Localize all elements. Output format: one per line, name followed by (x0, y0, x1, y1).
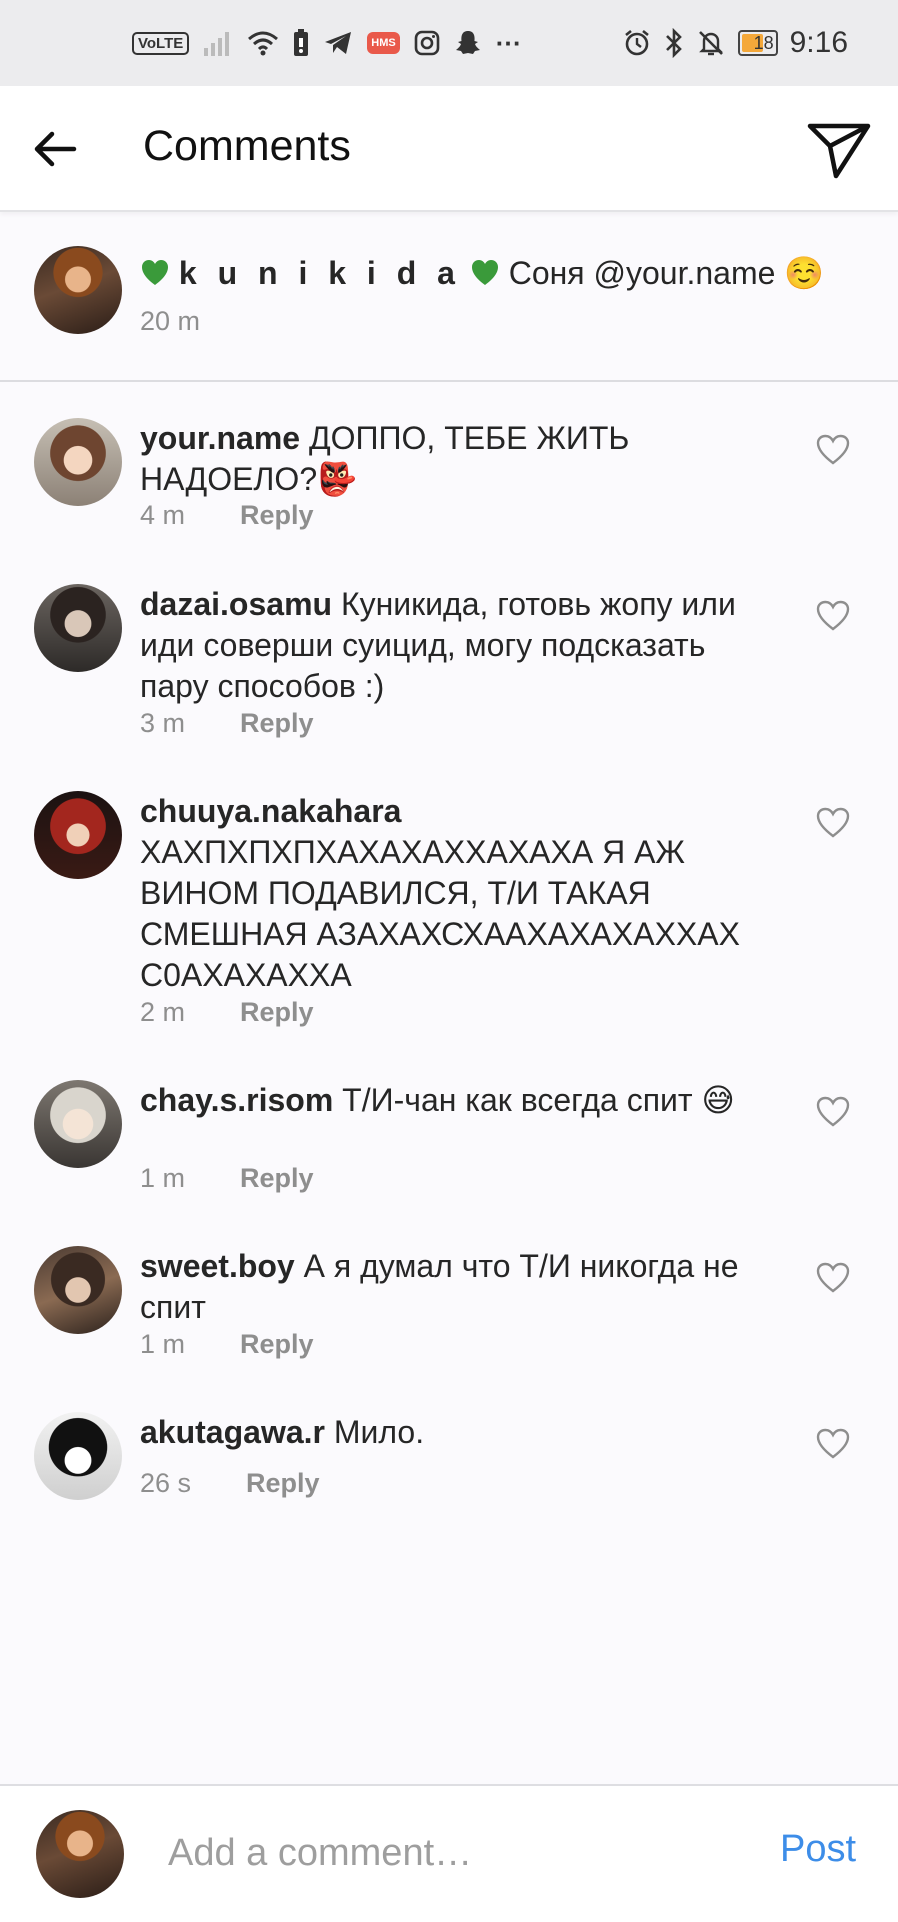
bluetooth-icon (665, 28, 682, 58)
wifi-icon (248, 31, 279, 56)
comment-text: dazai.osamu Куникида, готовь жопу или ид… (140, 584, 780, 707)
comment-text: your.name ДОППО, ТЕБЕ ЖИТЬ НАДОЕЛО?👺 (140, 418, 780, 500)
comment-text: chuuya.nakahara ХАХПХПХПХАХАХАХХАХАХА Я А… (140, 791, 780, 996)
comment-meta: 3 m Reply (140, 708, 314, 739)
comment-username[interactable]: sweet.boy (140, 1248, 295, 1284)
mute-bell-icon (698, 31, 723, 56)
sim-battery-icon (294, 29, 309, 56)
post-caption (0, 210, 898, 382)
comment-username[interactable]: akutagawa.r (140, 1414, 325, 1450)
caption-username[interactable]: k u n i k i d a (179, 255, 461, 291)
caption-text: k u n i k i d a Соня @your.name ☺️ (140, 254, 824, 292)
hms-icon: HMS (367, 32, 400, 54)
caption-timestamp: 20 m (140, 306, 201, 336)
telegram-icon (325, 32, 352, 54)
paper-plane-icon[interactable] (806, 118, 872, 180)
battery-level: 18 (753, 32, 774, 53)
green-heart-icon (471, 260, 498, 285)
comment-meta: 2 m Reply (140, 997, 314, 1028)
avatar[interactable] (34, 418, 122, 506)
comment-timestamp: 2 m (140, 997, 186, 1027)
comment-username[interactable]: chuuya.nakahara (140, 793, 401, 829)
like-heart-icon[interactable] (815, 432, 851, 468)
comment-meta: 1 m Reply (140, 1329, 314, 1360)
reply-button[interactable]: Reply (240, 708, 314, 739)
signal-icon (204, 32, 230, 56)
arrow-left-icon[interactable] (30, 124, 80, 174)
reply-button[interactable]: Reply (240, 1329, 314, 1360)
comment-body: Мило. (333, 1414, 425, 1450)
comment-timestamp: 3 m (140, 708, 186, 738)
like-heart-icon[interactable] (815, 598, 851, 634)
avatar[interactable] (34, 1080, 122, 1168)
avatar[interactable] (34, 584, 122, 672)
clock: 9:16 (789, 26, 848, 59)
avatar[interactable] (34, 246, 122, 334)
like-heart-icon[interactable] (815, 1094, 851, 1130)
comment-input[interactable] (166, 1822, 760, 1884)
avatar (36, 1810, 124, 1898)
page-title: Comments (143, 122, 351, 170)
caption-body: Соня @your.name ☺️ (508, 255, 825, 291)
snapchat-icon (455, 31, 480, 54)
comment-timestamp: 4 m (140, 500, 186, 530)
avatar[interactable] (34, 791, 122, 879)
comment-username[interactable]: chay.s.risom (140, 1082, 333, 1118)
alarm-icon (624, 29, 649, 56)
green-heart-icon (142, 260, 168, 285)
comment-meta: 4 m Reply (140, 500, 314, 531)
comment-text: sweet.boy А я думал что Т/И никогда не с… (140, 1246, 780, 1328)
reply-button[interactable]: Reply (240, 1163, 314, 1194)
comment-body: Т/И-чан как всегда спит 😅 (342, 1082, 735, 1118)
comment-username[interactable]: your.name (140, 420, 300, 456)
volte-icon: VoLTE (132, 31, 190, 55)
comment-meta: 26 s Reply (140, 1468, 320, 1499)
instagram-icon (414, 30, 440, 56)
comment-username[interactable]: dazai.osamu (140, 586, 332, 622)
battery-icon: 18 (737, 30, 778, 56)
comment-timestamp: 26 s (140, 1468, 192, 1498)
comment-composer: Post (0, 1784, 898, 1922)
post-button[interactable]: Post (780, 1828, 856, 1871)
reply-button[interactable]: Reply (240, 997, 314, 1028)
like-heart-icon[interactable] (815, 805, 851, 841)
comment-text: chay.s.risom Т/И-чан как всегда спит 😅 (140, 1080, 780, 1121)
like-heart-icon[interactable] (815, 1260, 851, 1296)
comment-timestamp: 1 m (140, 1329, 186, 1359)
reply-button[interactable]: Reply (240, 500, 314, 531)
comment-body: ХАХПХПХПХАХАХАХХАХАХА Я АЖ ВИНОМ ПОДАВИЛ… (140, 834, 740, 993)
status-bar: VoLTE HMS ··· 18 9:16 (0, 0, 898, 86)
top-app-bar: Comments (0, 86, 898, 212)
avatar[interactable] (34, 1412, 122, 1500)
comment-text: akutagawa.r Мило. (140, 1412, 780, 1453)
more-notifications-icon: ··· (495, 27, 522, 58)
like-heart-icon[interactable] (815, 1426, 851, 1462)
comment-meta: 1 m Reply (140, 1163, 314, 1194)
reply-button[interactable]: Reply (246, 1468, 320, 1499)
comment-timestamp: 1 m (140, 1163, 186, 1193)
avatar[interactable] (34, 1246, 122, 1334)
